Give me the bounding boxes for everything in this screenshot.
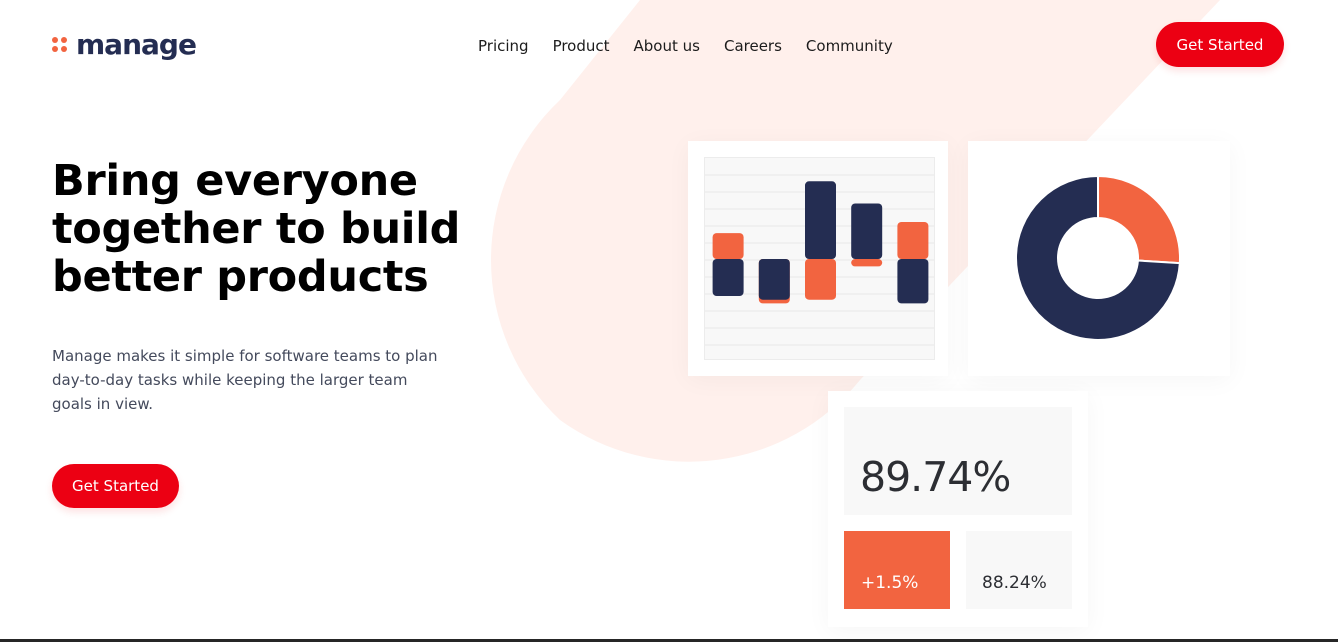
bar-orange-3	[805, 259, 836, 300]
logo-text: manage	[76, 28, 197, 61]
nav-link-community[interactable]: Community	[806, 36, 893, 56]
bar-chart	[704, 157, 935, 360]
bar-navy-2	[758, 259, 790, 300]
donut-slice-1	[1097, 174, 1181, 265]
primary-stat-tile: 89.74%	[844, 407, 1072, 515]
hero-description: Manage makes it simple for software team…	[52, 347, 438, 413]
donut-chart-card	[968, 141, 1230, 376]
hero-headline: Bring everyone together to build better …	[52, 156, 461, 302]
main-nav: Pricing Product About us Careers Communi…	[478, 36, 893, 56]
bar-navy-5	[897, 259, 929, 304]
bar-orange-1	[712, 233, 744, 259]
donut-chart-svg	[1015, 174, 1181, 341]
nav-link-product[interactable]: Product	[553, 36, 610, 56]
secondary-stat-value: 88.24%	[982, 573, 1047, 593]
hero-get-started-button[interactable]: Get Started	[52, 464, 179, 508]
nav-link-about-us[interactable]: About us	[634, 36, 700, 56]
secondary-stat-tile: 88.24%	[966, 531, 1072, 609]
bar-chart-card	[688, 141, 948, 376]
nav-link-pricing[interactable]: Pricing	[478, 36, 529, 56]
bar-orange-4	[851, 259, 883, 267]
bar-chart-svg	[705, 174, 934, 346]
bar-navy-3	[805, 181, 836, 259]
bar-navy-4	[851, 203, 883, 259]
bar-orange-5	[897, 222, 929, 259]
stats-card: 89.74% +1.5% 88.24%	[828, 391, 1088, 627]
logo-dots-icon	[52, 37, 68, 53]
logo-dot	[61, 46, 67, 52]
logo[interactable]: manage	[52, 28, 197, 62]
logo-dot	[52, 46, 58, 52]
bar-navy-1	[712, 259, 744, 296]
nav-link-careers[interactable]: Careers	[724, 36, 782, 56]
logo-dot	[52, 37, 58, 43]
logo-dot	[61, 37, 67, 43]
primary-stat-value: 89.74%	[860, 453, 1011, 501]
header-get-started-button[interactable]: Get Started	[1156, 22, 1284, 67]
change-stat-value: +1.5%	[861, 573, 919, 593]
change-stat-tile: +1.5%	[844, 531, 950, 609]
